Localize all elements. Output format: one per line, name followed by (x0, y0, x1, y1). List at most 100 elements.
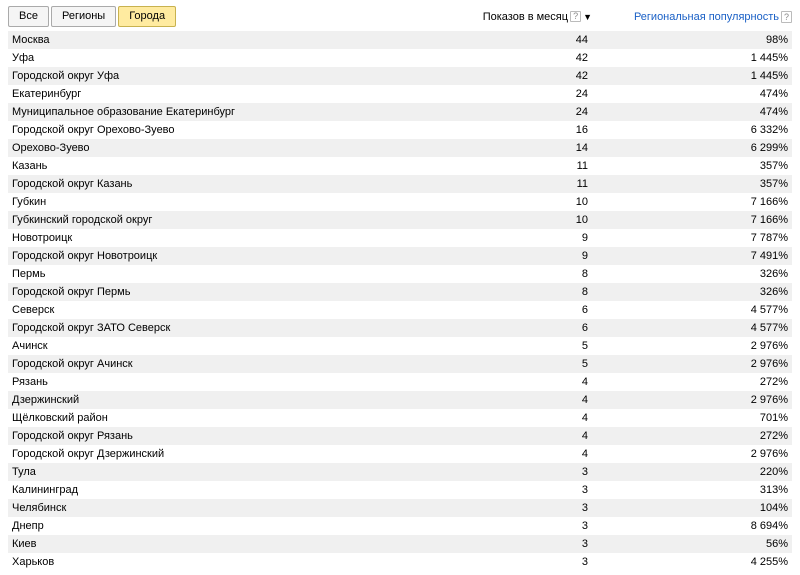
cell-region: Новотроицк (12, 232, 428, 244)
cell-popularity: 701% (628, 412, 788, 424)
cell-popularity: 7 166% (628, 214, 788, 226)
table-row: Городской округ Казань11357% (8, 175, 792, 193)
cell-region: Губкин (12, 196, 428, 208)
cell-shows: 3 (428, 484, 628, 496)
cell-popularity: 1 445% (628, 70, 788, 82)
cell-popularity: 1 445% (628, 52, 788, 64)
cell-shows: 9 (428, 232, 628, 244)
cell-popularity: 98% (628, 34, 788, 46)
cell-popularity: 7 491% (628, 250, 788, 262)
cell-shows: 3 (428, 538, 628, 550)
cell-region: Губкинский городской округ (12, 214, 428, 226)
table-row: Казань11357% (8, 157, 792, 175)
tab-cities[interactable]: Города (118, 6, 176, 27)
tab-regions[interactable]: Регионы (51, 6, 116, 27)
cell-shows: 11 (428, 160, 628, 172)
cell-region: Уфа (12, 52, 428, 64)
cell-shows: 5 (428, 358, 628, 370)
table-row: Муниципальное образование Екатеринбург24… (8, 103, 792, 121)
cell-popularity: 2 976% (628, 448, 788, 460)
table-row: Днепр38 694% (8, 517, 792, 535)
cell-shows: 9 (428, 250, 628, 262)
cell-shows: 5 (428, 340, 628, 352)
cell-region: Москва (12, 34, 428, 46)
cell-popularity: 474% (628, 106, 788, 118)
cell-shows: 3 (428, 502, 628, 514)
cell-popularity: 4 577% (628, 304, 788, 316)
cell-region: Екатеринбург (12, 88, 428, 100)
cell-shows: 4 (428, 394, 628, 406)
cell-region: Северск (12, 304, 428, 316)
cell-popularity: 326% (628, 286, 788, 298)
table-row: Городской округ Орехово-Зуево166 332% (8, 121, 792, 139)
cell-shows: 8 (428, 268, 628, 280)
cell-shows: 16 (428, 124, 628, 136)
table-row: Городской округ Уфа421 445% (8, 67, 792, 85)
cell-region: Челябинск (12, 502, 428, 514)
cell-popularity: 474% (628, 88, 788, 100)
sort-desc-icon[interactable]: ▼ (583, 12, 592, 22)
cell-popularity: 272% (628, 376, 788, 388)
cell-region: Городской округ Рязань (12, 430, 428, 442)
cell-region: Городской округ Орехово-Зуево (12, 124, 428, 136)
tab-all[interactable]: Все (8, 6, 49, 27)
table-row: Екатеринбург24474% (8, 85, 792, 103)
cell-shows: 42 (428, 52, 628, 64)
table-row: Киев356% (8, 535, 792, 553)
table-row: Городской округ Рязань4272% (8, 427, 792, 445)
cell-region: Городской округ ЗАТО Северск (12, 322, 428, 334)
data-table: Москва4498%Уфа421 445%Городской округ Уф… (8, 31, 792, 571)
cell-shows: 14 (428, 142, 628, 154)
cell-shows: 4 (428, 376, 628, 388)
cell-region: Казань (12, 160, 428, 172)
table-row: Щёлковский район4701% (8, 409, 792, 427)
cell-shows: 42 (428, 70, 628, 82)
table-row: Харьков34 255% (8, 553, 792, 571)
column-header-shows[interactable]: Показов в месяц ? ▼ (432, 11, 632, 23)
column-header-popularity[interactable]: Региональная популярность? (632, 11, 792, 23)
table-row: Северск64 577% (8, 301, 792, 319)
cell-shows: 11 (428, 178, 628, 190)
cell-popularity: 4 255% (628, 556, 788, 568)
cell-popularity: 313% (628, 484, 788, 496)
cell-shows: 10 (428, 196, 628, 208)
table-row: Дзержинский42 976% (8, 391, 792, 409)
cell-region: Ачинск (12, 340, 428, 352)
cell-popularity: 7 166% (628, 196, 788, 208)
table-row: Губкинский городской округ107 166% (8, 211, 792, 229)
cell-shows: 6 (428, 304, 628, 316)
tab-bar: Все Регионы Города (8, 6, 176, 27)
cell-popularity: 357% (628, 178, 788, 190)
cell-region: Городской округ Дзержинский (12, 448, 428, 460)
cell-popularity: 56% (628, 538, 788, 550)
help-icon[interactable]: ? (570, 11, 581, 22)
help-icon[interactable]: ? (781, 11, 792, 23)
cell-region: Городской округ Новотроицк (12, 250, 428, 262)
cell-popularity: 2 976% (628, 358, 788, 370)
cell-shows: 8 (428, 286, 628, 298)
cell-region: Орехово-Зуево (12, 142, 428, 154)
cell-popularity: 6 332% (628, 124, 788, 136)
cell-shows: 3 (428, 466, 628, 478)
cell-shows: 10 (428, 214, 628, 226)
cell-popularity: 2 976% (628, 394, 788, 406)
table-row: Городской округ Ачинск52 976% (8, 355, 792, 373)
cell-popularity: 6 299% (628, 142, 788, 154)
cell-popularity: 357% (628, 160, 788, 172)
cell-popularity: 220% (628, 466, 788, 478)
table-row: Новотроицк97 787% (8, 229, 792, 247)
cell-region: Дзержинский (12, 394, 428, 406)
cell-shows: 3 (428, 520, 628, 532)
table-row: Москва4498% (8, 31, 792, 49)
cell-popularity: 4 577% (628, 322, 788, 334)
cell-popularity: 326% (628, 268, 788, 280)
popularity-link[interactable]: Региональная популярность (634, 11, 779, 23)
cell-region: Городской округ Уфа (12, 70, 428, 82)
cell-region: Калининград (12, 484, 428, 496)
cell-shows: 4 (428, 430, 628, 442)
cell-region: Днепр (12, 520, 428, 532)
cell-region: Пермь (12, 268, 428, 280)
cell-shows: 44 (428, 34, 628, 46)
cell-region: Городской округ Ачинск (12, 358, 428, 370)
cell-popularity: 7 787% (628, 232, 788, 244)
